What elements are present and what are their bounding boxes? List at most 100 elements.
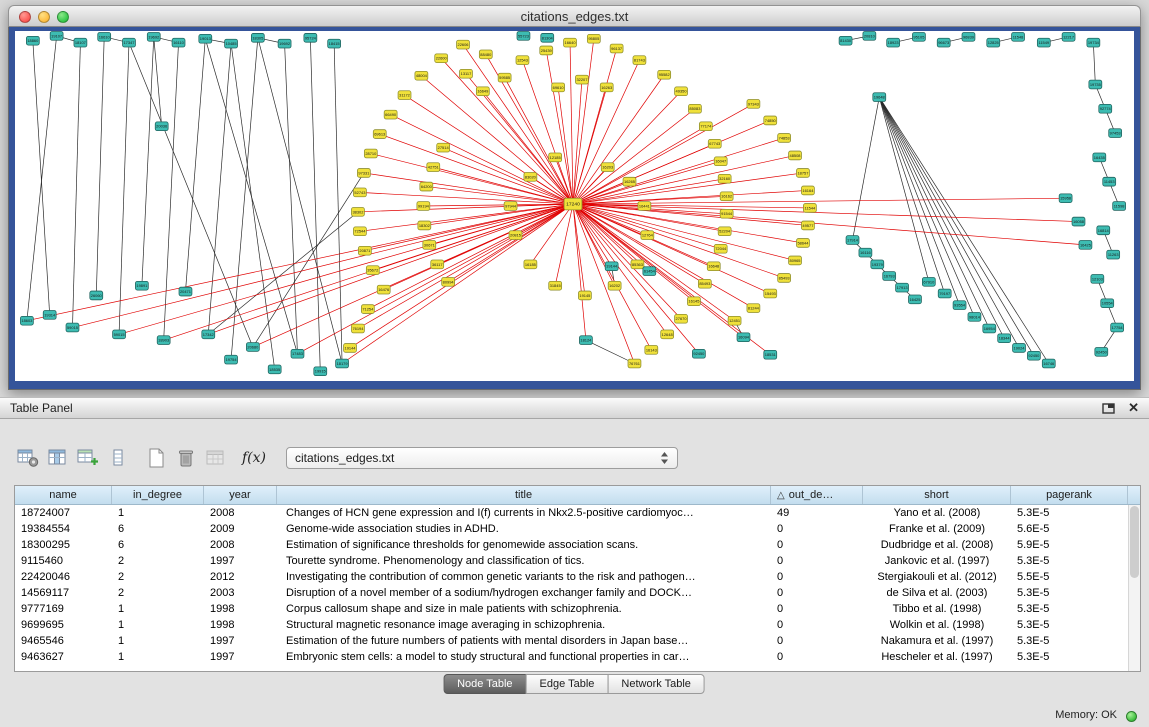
graph-node-label: 16793: [884, 273, 895, 278]
graph-edge[interactable]: [879, 97, 1004, 338]
column-header-year[interactable]: year: [204, 486, 277, 504]
tab-network-table[interactable]: Network Table: [607, 674, 705, 694]
table-scrollbar[interactable]: [1128, 505, 1140, 671]
float-panel-icon[interactable]: [1102, 402, 1116, 414]
create-column-icon[interactable]: [74, 445, 102, 471]
graph-edge[interactable]: [573, 204, 699, 354]
network-canvas[interactable]: 1724022600480043117266490696132871097331…: [15, 31, 1134, 381]
close-window-button[interactable]: [19, 11, 31, 23]
graph-edge[interactable]: [119, 43, 129, 335]
close-panel-icon[interactable]: ✕: [1128, 402, 1139, 414]
table-row[interactable]: 946362711997Embryonic stem cells: a mode…: [15, 649, 1128, 665]
graph-edge[interactable]: [231, 38, 258, 360]
graph-edge[interactable]: [231, 44, 275, 370]
table-selector-dropdown[interactable]: citations_edges.txt: [286, 447, 678, 469]
column-header-pagerank[interactable]: pagerank: [1011, 486, 1128, 504]
graph-edge[interactable]: [342, 204, 573, 363]
graph-node-label: 17913: [897, 285, 908, 290]
network-canvas-svg[interactable]: 1724022600480043117266490696132871097331…: [15, 31, 1134, 381]
graph-edge[interactable]: [72, 43, 80, 328]
graph-edge[interactable]: [285, 44, 298, 354]
graph-edge[interactable]: [879, 97, 929, 282]
graph-edge[interactable]: [853, 97, 880, 240]
graph-edge[interactable]: [142, 37, 154, 286]
graph-edge[interactable]: [426, 187, 573, 205]
row-list-icon[interactable]: [104, 445, 132, 471]
graph-node-label: 16058: [1073, 219, 1084, 224]
graph-edge[interactable]: [558, 87, 573, 204]
graph-edge[interactable]: [208, 212, 358, 335]
table-row[interactable]: 969969511998Structural magnetic resonanc…: [15, 617, 1128, 633]
minimize-window-button[interactable]: [38, 11, 50, 23]
graph-edge[interactable]: [27, 204, 573, 321]
table-cell: 0: [771, 649, 863, 665]
graph-node-label: 16476: [378, 287, 389, 292]
zoom-window-button[interactable]: [57, 11, 69, 23]
table-cell: 2003: [204, 585, 277, 601]
show-columns-icon[interactable]: [44, 445, 72, 471]
graph-edge[interactable]: [350, 204, 573, 348]
graph-edge[interactable]: [334, 44, 342, 364]
graph-edge[interactable]: [253, 204, 573, 347]
table-row[interactable]: 1456911722003Disruption of a novel membe…: [15, 585, 1128, 601]
graph-node-label: 16425: [1080, 242, 1092, 247]
table-row[interactable]: 1872400712008Changes of HCN gene express…: [15, 505, 1128, 521]
table-mode-icon[interactable]: [14, 445, 42, 471]
graph-edge[interactable]: [879, 97, 1019, 348]
table-row[interactable]: 946554611997Estimation of the future num…: [15, 633, 1128, 649]
graph-edge[interactable]: [360, 192, 573, 204]
column-header-title[interactable]: title: [277, 486, 771, 504]
graph-edge[interactable]: [573, 204, 681, 319]
window-titlebar[interactable]: citations_edges.txt: [8, 5, 1141, 27]
graph-node-label: 16435: [1094, 155, 1106, 160]
table-row[interactable]: 2242004622012Investigating the contribut…: [15, 569, 1128, 585]
new-table-icon[interactable]: [142, 445, 170, 471]
column-header-name[interactable]: name: [15, 486, 112, 504]
graph-edge[interactable]: [433, 167, 573, 204]
graph-edge[interactable]: [573, 126, 706, 204]
import-table-icon[interactable]: [202, 445, 230, 471]
graph-edge[interactable]: [573, 204, 795, 260]
graph-edge[interactable]: [358, 204, 573, 328]
graph-edge[interactable]: [573, 173, 803, 204]
graph-node-label: 17483: [292, 351, 303, 356]
column-header-short[interactable]: short: [863, 486, 1011, 504]
graph-edge[interactable]: [208, 204, 573, 334]
graph-node-label: 92450: [1028, 353, 1040, 358]
graph-edge[interactable]: [1093, 43, 1095, 85]
column-header-in-degree[interactable]: in_degree: [112, 486, 204, 504]
graph-edge[interactable]: [879, 97, 1034, 356]
tab-edge-table[interactable]: Edge Table: [526, 674, 609, 694]
graph-node-label: 18923: [888, 40, 899, 45]
graph-node-label: 19735: [1090, 82, 1102, 87]
graph-edge[interactable]: [310, 38, 320, 371]
table-cell: 1: [112, 601, 204, 617]
graph-edge[interactable]: [879, 97, 989, 328]
graph-edge[interactable]: [368, 204, 573, 309]
graph-edge[interactable]: [573, 204, 753, 308]
table-scrollbar-thumb[interactable]: [1130, 506, 1139, 578]
graph-edge[interactable]: [448, 204, 573, 282]
table-row[interactable]: 1830029562008Estimation of significance …: [15, 537, 1128, 553]
graph-edge[interactable]: [505, 78, 573, 204]
graph-edge[interactable]: [185, 39, 205, 292]
graph-edge[interactable]: [27, 36, 57, 321]
graph-edge[interactable]: [483, 91, 573, 204]
graph-edge[interactable]: [164, 43, 179, 341]
table-row[interactable]: 1938455462009Genome-wide association stu…: [15, 521, 1128, 537]
tab-node-table[interactable]: Node Table: [443, 674, 526, 694]
graph-edge[interactable]: [879, 97, 944, 293]
delete-table-icon[interactable]: [172, 445, 200, 471]
graph-edge[interactable]: [96, 37, 104, 296]
column-header-out-degree[interactable]: △ out_de…: [771, 486, 863, 504]
graph-edge[interactable]: [33, 41, 50, 315]
table-row[interactable]: 911546021997Tourette syndrome. Phenomeno…: [15, 553, 1128, 569]
graph-edge[interactable]: [258, 38, 342, 364]
graph-edge[interactable]: [573, 204, 803, 243]
table-row[interactable]: 977716911998Corpus callosum shape and si…: [15, 601, 1128, 617]
graph-edge[interactable]: [72, 204, 573, 327]
graph-edge[interactable]: [570, 43, 573, 204]
graph-node-label: 81304: [542, 35, 554, 40]
graph-node-label: 32207: [576, 77, 587, 82]
function-builder-icon[interactable]: f(x): [240, 445, 268, 471]
